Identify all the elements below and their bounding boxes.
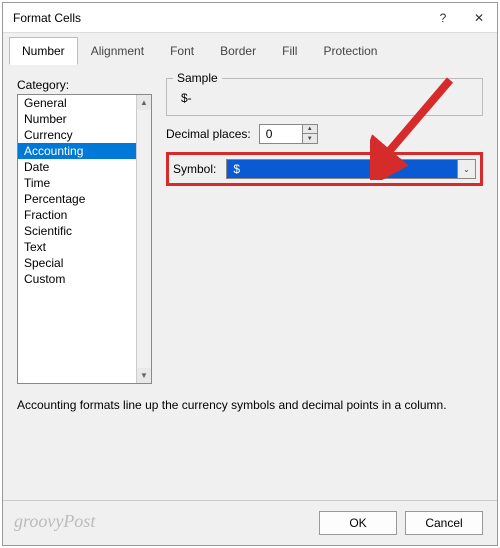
list-item[interactable]: Text <box>18 239 151 255</box>
symbol-highlight-box: Symbol: $ ⌄ <box>166 152 483 186</box>
tab-fill[interactable]: Fill <box>269 37 310 65</box>
symbol-value[interactable]: $ <box>227 160 457 178</box>
close-button[interactable]: ✕ <box>461 3 497 33</box>
list-item[interactable]: Time <box>18 175 151 191</box>
listbox-scrollbar[interactable]: ▲ ▼ <box>136 95 151 383</box>
scroll-down-icon[interactable]: ▼ <box>137 368 151 383</box>
scroll-up-icon[interactable]: ▲ <box>137 95 151 110</box>
sample-value: $- <box>167 83 482 105</box>
ok-button[interactable]: OK <box>319 511 397 535</box>
tab-alignment[interactable]: Alignment <box>78 37 157 65</box>
close-icon: ✕ <box>474 11 484 25</box>
format-cells-dialog: Format Cells ? ✕ Number Alignment Font B… <box>2 2 498 546</box>
cancel-button[interactable]: Cancel <box>405 511 483 535</box>
tab-number[interactable]: Number <box>9 37 78 65</box>
decimal-places-spinner[interactable]: ▲ ▼ <box>259 124 318 144</box>
decimal-places-label: Decimal places: <box>166 127 251 141</box>
help-button[interactable]: ? <box>425 3 461 33</box>
titlebar: Format Cells ? ✕ <box>3 3 497 33</box>
category-label: Category: <box>17 78 152 92</box>
list-item[interactable]: Custom <box>18 271 151 287</box>
symbol-combobox[interactable]: $ ⌄ <box>226 159 476 179</box>
tab-border[interactable]: Border <box>207 37 269 65</box>
decimal-places-input[interactable] <box>260 127 302 141</box>
tab-protection[interactable]: Protection <box>310 37 390 65</box>
list-item[interactable]: Currency <box>18 127 151 143</box>
category-listbox[interactable]: General Number Currency Accounting Date … <box>17 94 152 384</box>
list-item[interactable]: Special <box>18 255 151 271</box>
help-icon: ? <box>440 11 447 25</box>
symbol-label: Symbol: <box>173 162 216 176</box>
list-item[interactable]: Scientific <box>18 223 151 239</box>
spin-down-icon[interactable]: ▼ <box>303 134 317 143</box>
tab-strip: Number Alignment Font Border Fill Protec… <box>3 33 497 65</box>
format-description: Accounting formats line up the currency … <box>17 398 483 412</box>
list-item[interactable]: Number <box>18 111 151 127</box>
list-item[interactable]: General <box>18 95 151 111</box>
window-title: Format Cells <box>13 11 425 25</box>
tab-content: Category: General Number Currency Accoun… <box>3 66 497 500</box>
list-item[interactable]: Accounting <box>18 143 151 159</box>
list-item[interactable]: Percentage <box>18 191 151 207</box>
dialog-footer: OK Cancel <box>3 500 497 545</box>
list-item[interactable]: Fraction <box>18 207 151 223</box>
spin-up-icon[interactable]: ▲ <box>303 125 317 134</box>
sample-label: Sample <box>173 71 222 85</box>
list-item[interactable]: Date <box>18 159 151 175</box>
chevron-down-icon[interactable]: ⌄ <box>457 160 475 178</box>
sample-box: Sample $- <box>166 78 483 116</box>
tab-font[interactable]: Font <box>157 37 207 65</box>
